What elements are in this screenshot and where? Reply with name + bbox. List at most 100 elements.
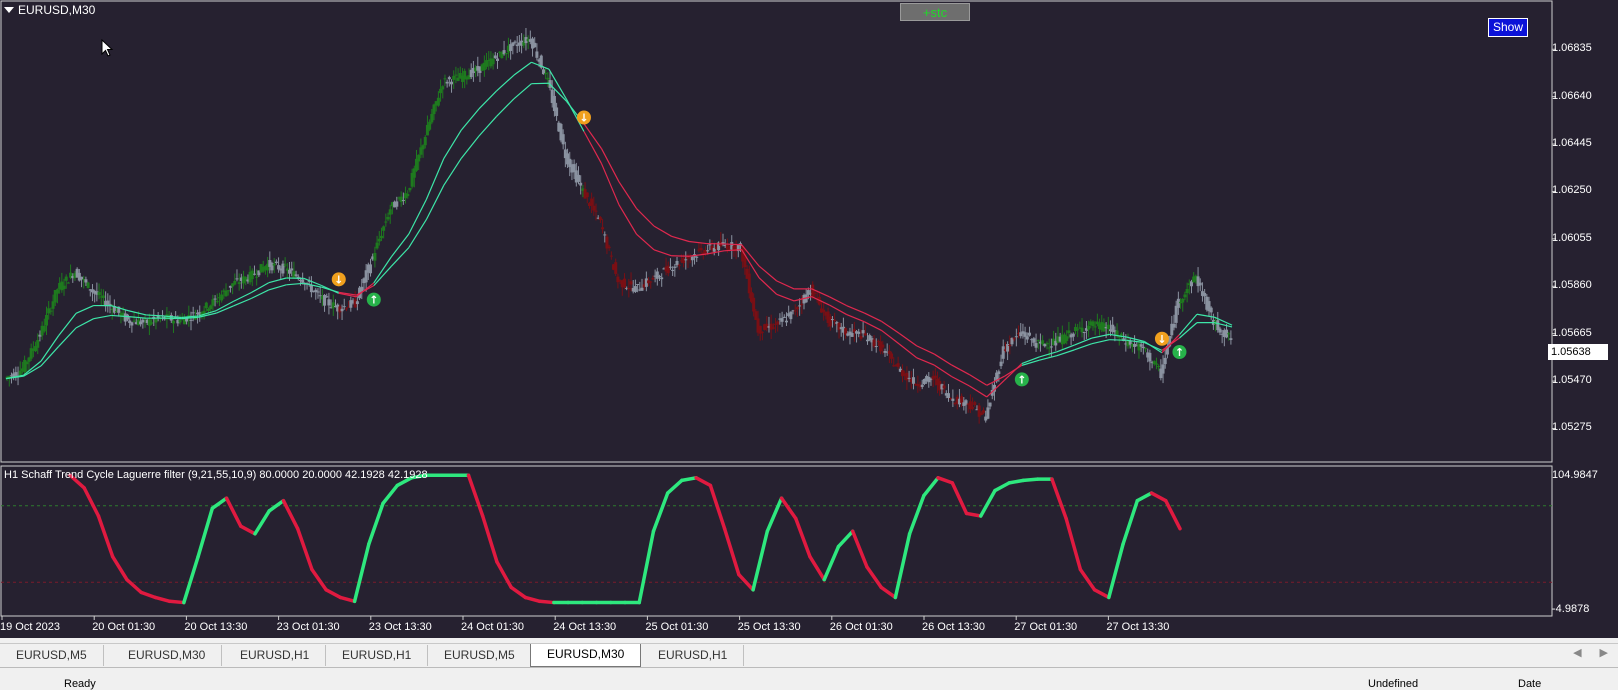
- candle-body: [798, 305, 801, 306]
- ma-slow-segment: [1092, 340, 1110, 344]
- ma-fast-segment: [129, 311, 147, 315]
- candle-body: [700, 248, 703, 250]
- candle-body: [978, 405, 981, 416]
- candle-body: [586, 193, 589, 198]
- stc-line-segment: [967, 513, 981, 516]
- ma-slow-segment: [882, 321, 900, 333]
- ma-slow-segment: [934, 354, 952, 365]
- candle-body: [546, 78, 549, 80]
- candle-body: [684, 259, 687, 260]
- candle-body: [890, 354, 893, 359]
- candle-body: [533, 43, 536, 47]
- time-axis-label: 24 Oct 13:30: [553, 621, 616, 633]
- ma-fast-segment: [619, 205, 637, 234]
- candle-body: [921, 385, 924, 387]
- show-button[interactable]: Show: [1488, 18, 1528, 37]
- time-axis-label: 20 Oct 01:30: [92, 621, 155, 633]
- tab-eurusd-m5[interactable]: EURUSD,M5: [0, 645, 104, 666]
- candle-body: [544, 73, 547, 74]
- tab-eurusd-m30[interactable]: EURUSD,M30: [112, 645, 222, 666]
- candle-body: [864, 333, 867, 335]
- candle-body: [862, 330, 865, 333]
- candle-body: [327, 299, 330, 305]
- price-axis-label: 1.05275: [1552, 421, 1592, 433]
- candle-body: [1013, 338, 1016, 339]
- stc-line-segment: [383, 485, 397, 503]
- ma-fast-segment: [146, 315, 164, 316]
- stc-line-segment: [725, 529, 739, 575]
- tab-scroll-left-icon[interactable]: ◀: [1573, 646, 1581, 659]
- candle-body: [1155, 363, 1158, 364]
- ma-fast-segment: [76, 306, 94, 314]
- mouse-cursor-icon: [101, 39, 115, 59]
- candle-body: [378, 239, 381, 242]
- candle-body: [356, 301, 359, 304]
- candle-body: [726, 245, 729, 250]
- stc-line-segment: [867, 567, 881, 587]
- stc-line-segment: [881, 587, 895, 597]
- tab-scroll-right-icon[interactable]: ▶: [1600, 646, 1608, 659]
- stc-line-segment: [653, 493, 667, 531]
- candle-body: [235, 278, 238, 279]
- tab-eurusd-m30[interactable]: EURUSD,M30: [530, 644, 641, 667]
- candle-body: [98, 292, 101, 295]
- ma-fast-segment: [917, 358, 935, 365]
- candle-body: [960, 396, 963, 403]
- stc-line-segment: [141, 592, 155, 597]
- chart-canvas[interactable]: ↓↑↓↑↓↑: [0, 0, 1618, 638]
- candle-body: [376, 243, 379, 249]
- ma-slow-segment: [812, 289, 830, 297]
- candle-body: [189, 320, 192, 321]
- stc-line-segment: [497, 562, 511, 587]
- tab-eurusd-h1[interactable]: EURUSD,H1: [642, 645, 744, 666]
- candle-body: [430, 114, 433, 122]
- stc-line-segment: [895, 534, 909, 598]
- candle-body: [295, 274, 298, 275]
- stc-line-segment: [113, 557, 127, 580]
- candle-body: [43, 326, 46, 332]
- price-axis-label: 1.06250: [1552, 184, 1592, 196]
- candle-body: [748, 274, 751, 294]
- candle-body: [275, 262, 278, 263]
- candle-body: [1181, 299, 1184, 303]
- ma-slow-segment: [672, 236, 690, 241]
- candle-body: [1002, 346, 1005, 359]
- stc-line-segment: [995, 483, 1009, 491]
- ma-slow-segment: [94, 315, 112, 318]
- candle-body: [800, 304, 803, 305]
- ma-fast-segment: [601, 164, 619, 205]
- time-axis-label: 23 Oct 13:30: [369, 621, 432, 633]
- candle-body: [1210, 308, 1213, 313]
- tab-eurusd-h1[interactable]: EURUSD,H1: [326, 645, 428, 666]
- tab-eurusd-m5[interactable]: EURUSD,M5: [428, 645, 532, 666]
- collapse-triangle-icon[interactable]: [4, 7, 14, 13]
- stc-line-segment: [1095, 590, 1109, 598]
- candle-body: [154, 319, 157, 323]
- stc-line-segment: [782, 498, 796, 518]
- candle-body: [859, 336, 862, 339]
- time-axis-label: 25 Oct 13:30: [738, 621, 801, 633]
- stc-toggle-button[interactable]: +stc: [900, 3, 970, 21]
- candle-body: [343, 306, 346, 307]
- candle-body: [402, 200, 405, 201]
- stc-line-segment: [170, 601, 184, 602]
- candle-body: [1000, 362, 1003, 366]
- candle-body: [1203, 293, 1206, 296]
- tab-eurusd-h1[interactable]: EURUSD,H1: [224, 645, 326, 666]
- candle-body: [301, 279, 304, 283]
- candle-body: [610, 256, 613, 257]
- price-chart[interactable]: ↓↑↓↑↓↑ EURUSD,M30 +stc Show 1.068351.066…: [0, 0, 1618, 638]
- candle-body: [406, 194, 409, 196]
- ma-slow-segment: [1074, 344, 1092, 350]
- price-axis-label: 1.06055: [1552, 232, 1592, 244]
- candle-body: [947, 393, 950, 398]
- candle-body: [233, 281, 236, 285]
- ma-slow-segment: [724, 244, 742, 245]
- candle-body: [1144, 348, 1147, 349]
- candle-body: [205, 303, 208, 309]
- stc-line-segment: [155, 597, 169, 601]
- ma-slow-segment: [409, 220, 427, 248]
- candle-body: [316, 291, 319, 292]
- candle-body: [1107, 325, 1110, 329]
- candle-body: [292, 271, 295, 277]
